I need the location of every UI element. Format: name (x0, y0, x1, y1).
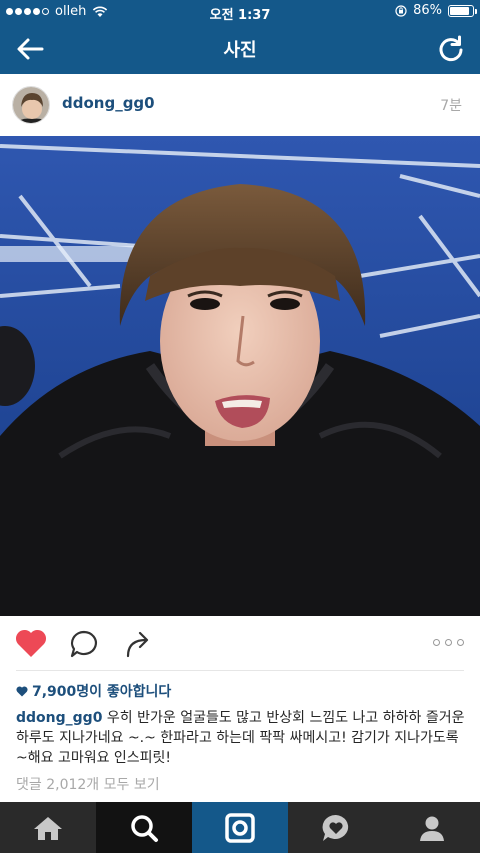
avatar[interactable] (12, 86, 50, 124)
nav-bar: 사진 (0, 24, 480, 74)
post-header: ddong_gg0 7분 (0, 74, 480, 136)
tab-profile[interactable] (384, 802, 480, 853)
battery-percent: 86% (413, 3, 442, 18)
likes-count[interactable]: 7,900명이 좋아합니다 (16, 681, 171, 701)
like-heart-icon[interactable] (14, 627, 48, 659)
profile-icon (420, 816, 444, 841)
view-all-comments-link[interactable]: 댓글 2,012개 모두 보기 (16, 774, 160, 794)
share-icon[interactable] (122, 628, 154, 660)
post-photo[interactable] (0, 136, 480, 616)
status-bar: olleh 오전 1:37 86% (0, 0, 480, 24)
camera-icon (225, 812, 255, 843)
search-icon (131, 814, 158, 842)
battery-icon (448, 4, 477, 17)
tab-camera[interactable] (192, 802, 288, 853)
more-options-icon[interactable] (433, 639, 464, 646)
post-caption: ddong_gg0 우히 반가운 얼굴들도 많고 반상회 느낌도 나고 하하하 … (16, 708, 468, 768)
post-actions (0, 616, 480, 672)
small-heart-icon (16, 685, 28, 696)
likes-label: 7,900명이 좋아합니다 (32, 684, 172, 700)
battery-area: 86% (395, 3, 477, 18)
tab-search[interactable] (96, 802, 192, 853)
refresh-icon[interactable] (436, 34, 466, 64)
post-username[interactable]: ddong_gg0 (62, 94, 155, 112)
activity-icon (322, 814, 349, 841)
divider (16, 670, 464, 671)
post-time: 7분 (440, 98, 462, 114)
caption-username[interactable]: ddong_gg0 (16, 710, 102, 726)
top-bar: olleh 오전 1:37 86% 사진 (0, 0, 480, 74)
home-icon (34, 816, 62, 840)
page-title: 사진 (223, 40, 257, 61)
tab-home[interactable] (0, 802, 96, 853)
tab-activity[interactable] (288, 802, 384, 853)
comment-icon[interactable] (68, 628, 100, 660)
bottom-tab-bar (0, 802, 480, 853)
orientation-lock-icon (395, 4, 407, 17)
